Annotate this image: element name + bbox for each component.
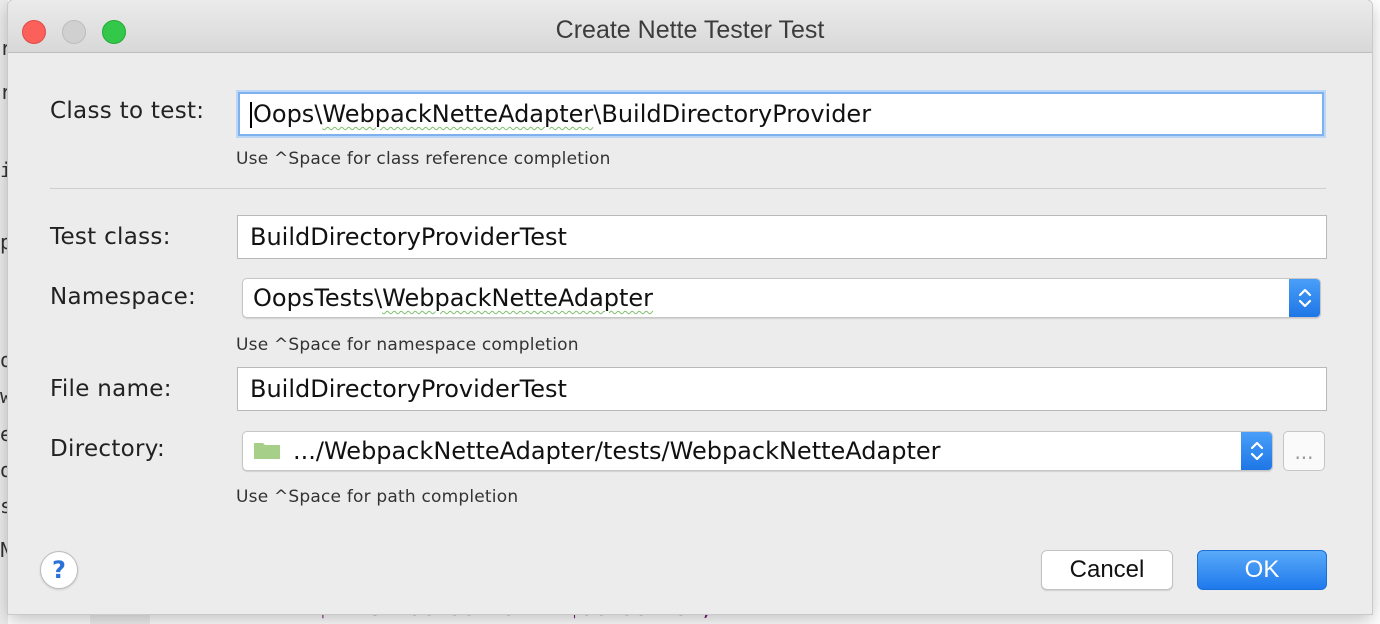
class-to-test-value-prefix: Oops\	[253, 100, 323, 128]
folder-icon	[254, 443, 280, 459]
section-separator	[50, 188, 1326, 189]
browse-directory-button[interactable]: ...	[1283, 431, 1325, 471]
directory-value: .../WebpackNetteAdapter/tests/WebpackNet…	[293, 437, 941, 465]
test-class-label: Test class:	[50, 224, 171, 250]
directory-combobox[interactable]: .../WebpackNetteAdapter/tests/WebpackNet…	[242, 431, 1273, 471]
directory-dropdown-button[interactable]	[1241, 432, 1272, 470]
help-icon[interactable]: ?	[40, 551, 78, 589]
directory-hint: Use ^Space for path completion	[236, 487, 519, 507]
namespace-hint: Use ^Space for namespace completion	[236, 335, 579, 355]
combo-arrows-icon	[1298, 288, 1312, 308]
namespace-value-prefix: OopsTests\	[253, 284, 383, 312]
text-caret	[250, 102, 252, 128]
namespace-combobox[interactable]: OopsTests\WebpackNetteAdapter	[242, 278, 1321, 318]
class-to-test-hint: Use ^Space for class reference completio…	[236, 149, 611, 169]
class-to-test-label: Class to test:	[50, 98, 205, 124]
namespace-value-rest: WebpackNetteAdapter	[382, 284, 654, 312]
ok-button[interactable]: OK	[1197, 550, 1327, 590]
class-to-test-value-namespace: WebpackNetteAdapter	[322, 100, 594, 128]
namespace-dropdown-button[interactable]	[1289, 279, 1320, 317]
dialog-titlebar: Create Nette Tester Test	[8, 0, 1372, 53]
test-class-input[interactable]: BuildDirectoryProviderTest	[237, 215, 1327, 259]
cancel-button[interactable]: Cancel	[1041, 550, 1173, 590]
class-to-test-input[interactable]: Oops\WebpackNetteAdapter\BuildDirectoryP…	[238, 92, 1324, 136]
dialog-title: Create Nette Tester Test	[555, 16, 825, 44]
class-to-test-value-suffix: \BuildDirectoryProvider	[593, 100, 872, 128]
file-name-label: File name:	[50, 376, 172, 402]
create-test-dialog: Create Nette Tester Test Class to test: …	[8, 0, 1372, 614]
namespace-label: Namespace:	[50, 284, 197, 310]
file-name-input[interactable]: BuildDirectoryProviderTest	[237, 367, 1327, 411]
combo-arrows-icon	[1250, 441, 1264, 461]
directory-label: Directory:	[50, 436, 166, 462]
